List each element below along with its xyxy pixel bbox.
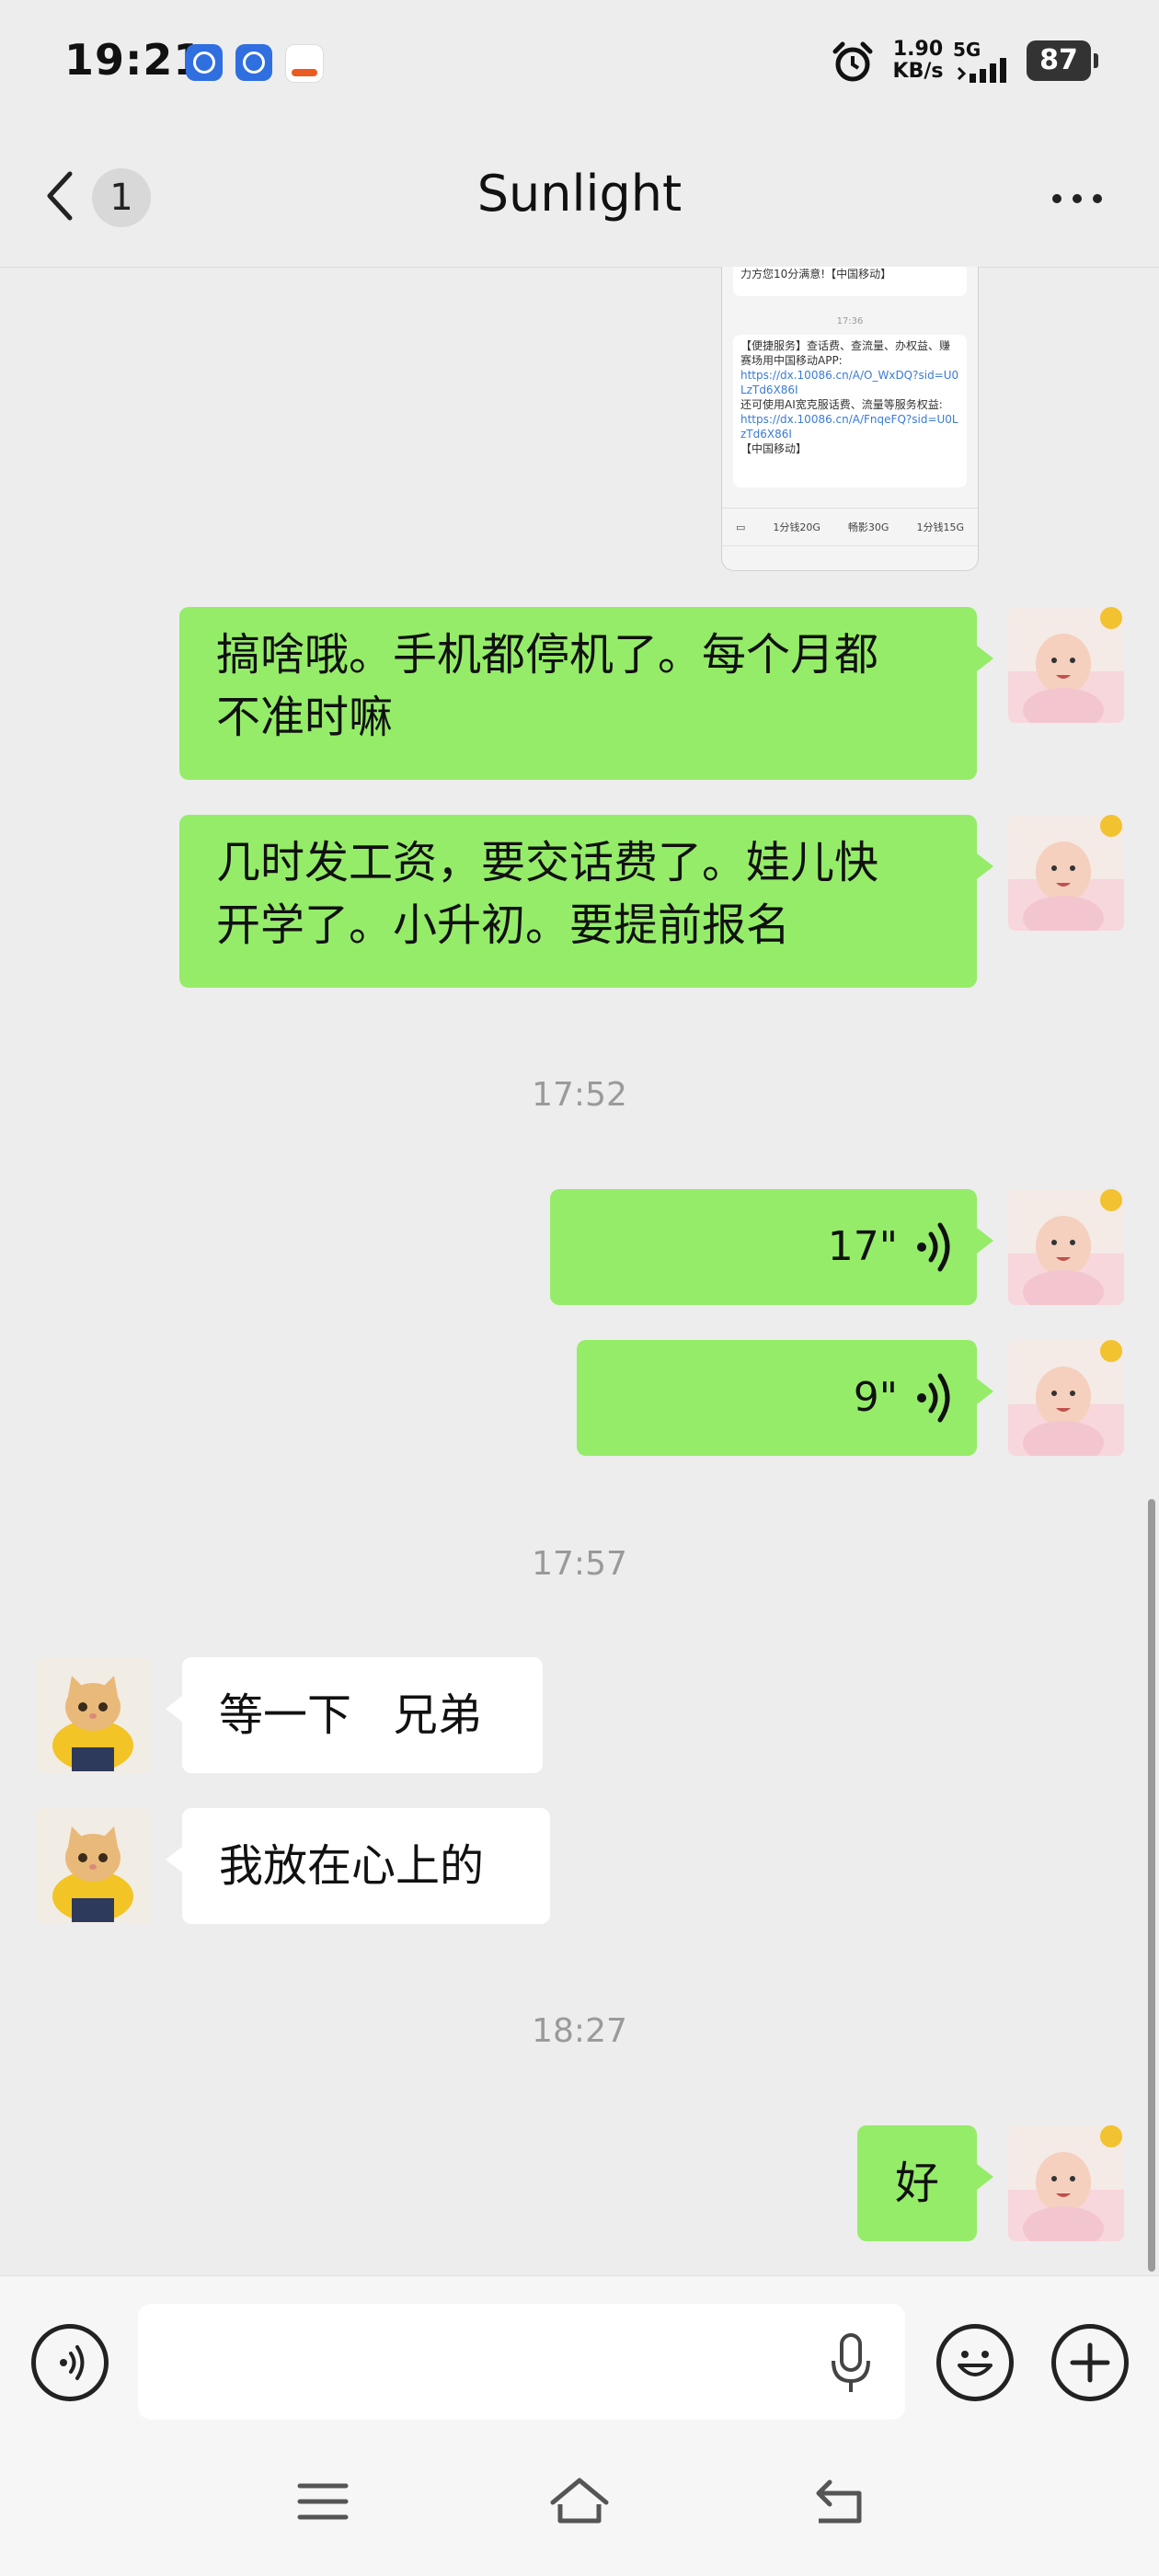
sc-text: 赛场用中国移动APP:	[740, 354, 843, 367]
my-avatar[interactable]	[1008, 1189, 1124, 1305]
my-avatar[interactable]	[1008, 815, 1124, 931]
message-text: 等一下 兄弟	[219, 1689, 482, 1741]
news-app-icon	[285, 44, 324, 83]
signal-icon	[957, 58, 1006, 83]
voice-duration: 9"	[853, 1374, 898, 1421]
battery-icon: 87	[1027, 40, 1098, 81]
message-text: 开学了。小升初。要提前报名	[216, 899, 791, 951]
message-text: 不准时嘛	[216, 692, 394, 743]
keyboard-icon: ▭	[736, 521, 746, 533]
sc-text: 【中国移动】	[740, 442, 808, 455]
k-app-icon	[235, 44, 272, 81]
alarm-icon	[832, 41, 873, 82]
my-avatar[interactable]	[1008, 607, 1124, 723]
status-bar: 19:21 1.90 KB/s 5G 87	[0, 0, 1159, 124]
input-bar	[0, 2275, 1159, 2576]
sc-tab: 畅影30G	[847, 521, 889, 533]
message-timestamp: 17:57	[532, 1545, 627, 1583]
voice-wave-icon	[917, 1222, 950, 1272]
sc-text: 【便捷服务】查话费、查流量、办权益、赚	[740, 339, 951, 352]
shared-screenshot-image[interactable]: 力方您10分满意!【中国移动】 17:36 【便捷服务】查话费、查流量、办权益、…	[721, 267, 979, 571]
sc-text: 还可使用AI宽克服话费、流量等服务权益:	[740, 398, 943, 411]
voice-message-bubble[interactable]: 9"	[577, 1340, 993, 1456]
my-avatar[interactable]	[1008, 1340, 1124, 1456]
chat-scrollbar[interactable]	[1148, 1499, 1155, 2272]
voice-mode-icon[interactable]	[31, 2324, 109, 2401]
microphone-icon[interactable]	[828, 2331, 874, 2396]
message-input[interactable]	[138, 2304, 905, 2420]
sc-link: https://dx.10086.cn/A/O_WxDQ?sid=U0LzTd6…	[740, 369, 959, 396]
voice-duration: 17"	[827, 1223, 898, 1270]
sc-time: 17:36	[836, 316, 864, 326]
my-avatar[interactable]	[1008, 2125, 1124, 2241]
sc-link: https://dx.10086.cn/A/FnqeFQ?sid=U0LzTd6…	[740, 413, 958, 441]
message-bubble-sent[interactable]: 几时发工资，要交话费了。娃儿快 开学了。小升初。要提前报名	[179, 815, 993, 988]
message-bubble-received[interactable]: 等一下 兄弟	[166, 1657, 543, 1773]
sc-tab: 1分钱20G	[773, 521, 820, 533]
more-dots-icon[interactable]	[1045, 181, 1109, 218]
message-bubble-received[interactable]: 我放在心上的	[166, 1808, 550, 1924]
net-speed-value: 1.90	[892, 38, 944, 61]
voice-message-bubble[interactable]: 17"	[550, 1189, 993, 1305]
message-timestamp: 18:27	[532, 2012, 627, 2050]
message-text: 几时发工资，要交话费了。娃儿快	[216, 837, 879, 888]
sc-tabbar: ▭ 1分钱20G 畅影30G 1分钱15G	[722, 508, 978, 545]
sc-text: 力方您10分满意!【中国移动】	[740, 268, 892, 280]
contact-avatar[interactable]	[35, 1657, 151, 1773]
plus-icon[interactable]	[1051, 2324, 1129, 2401]
message-text: 我放在心上的	[219, 1840, 485, 1892]
emoji-icon[interactable]	[936, 2324, 1014, 2401]
home-icon[interactable]	[547, 2469, 612, 2534]
status-time: 19:21	[64, 35, 204, 85]
sc-bubble-main: 【便捷服务】查话费、查流量、办权益、赚 赛场用中国移动APP: https://…	[733, 335, 967, 487]
message-bubble-sent[interactable]: 好	[857, 2125, 993, 2241]
message-text: 好	[894, 2158, 939, 2209]
message-bubble-sent[interactable]: 搞啥哦。手机都停机了。每个月都 不准时嘛	[179, 607, 993, 780]
net-speed-unit: KB/s	[892, 60, 944, 83]
net-speed: 1.90 KB/s	[890, 39, 946, 83]
sc-tab: 1分钱15G	[916, 521, 964, 533]
message-text: 搞啥哦。手机都停机了。每个月都	[216, 629, 879, 681]
sc-bubble-top: 力方您10分满意!【中国移动】	[733, 267, 967, 296]
voice-wave-icon	[917, 1373, 950, 1423]
sc-system-nav	[722, 545, 978, 570]
chat-header: 1 Sunlight	[0, 124, 1159, 268]
contact-avatar[interactable]	[35, 1808, 151, 1924]
k-app-icon	[186, 44, 223, 81]
chat-title: Sunlight	[476, 165, 683, 223]
message-timestamp: 17:52	[532, 1076, 627, 1114]
menu-icon[interactable]	[291, 2469, 355, 2534]
back-icon[interactable]	[806, 2469, 870, 2534]
